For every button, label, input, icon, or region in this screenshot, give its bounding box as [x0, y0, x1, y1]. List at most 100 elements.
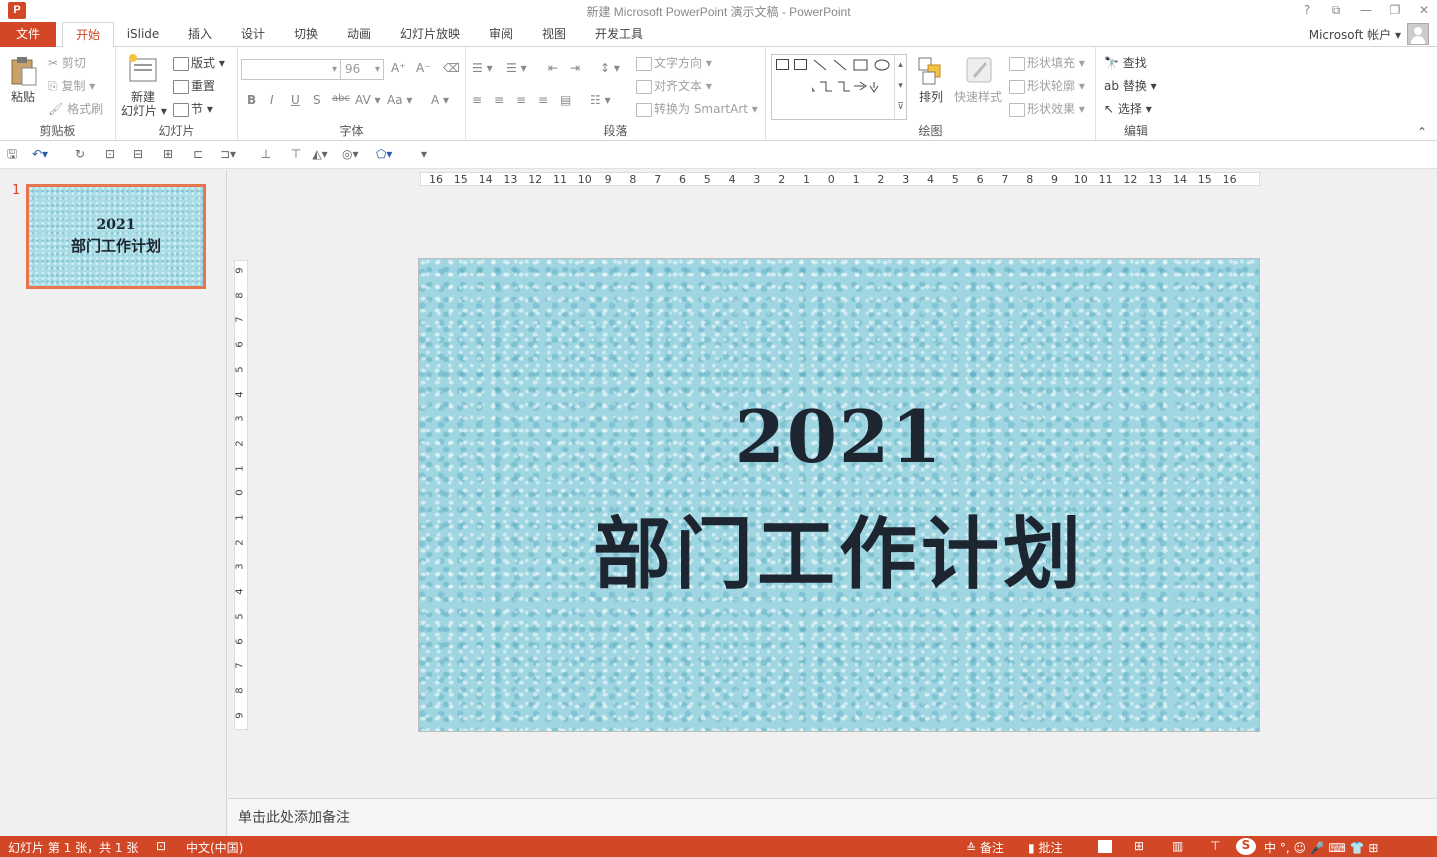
comments-toggle-button[interactable]: ▮ 批注: [1028, 839, 1062, 856]
vertical-textbox-shape-icon[interactable]: [794, 59, 807, 70]
new-slide-icon[interactable]: [128, 53, 158, 85]
distributed-icon[interactable]: ▤: [560, 93, 571, 107]
merge-shapes-icon[interactable]: ◎▾: [342, 147, 359, 162]
layer-icon[interactable]: ⊐▾: [220, 147, 236, 162]
shapes-scroll-icon[interactable]: ▴ ▾ ⊽: [894, 55, 906, 119]
format-painter-button[interactable]: 🖌 格式刷: [48, 100, 103, 117]
avatar[interactable]: [1407, 23, 1429, 45]
normal-view-icon[interactable]: [1098, 840, 1112, 853]
slide-thumbnail[interactable]: 2021 部门工作计划: [26, 184, 206, 289]
font-color-button[interactable]: A ▾: [431, 93, 449, 107]
bold-button[interactable]: B: [247, 93, 256, 107]
font-size-combo[interactable]: 96: [340, 59, 384, 80]
shape-lines-icon[interactable]: [812, 58, 902, 118]
clear-formatting-icon[interactable]: ⌫: [443, 61, 460, 75]
layout-button[interactable]: 版式 ▾: [173, 54, 225, 71]
decrease-indent-icon[interactable]: ⇤: [548, 61, 558, 75]
align-objects-icon[interactable]: ⊟: [130, 147, 146, 162]
shape-outline-qat-icon[interactable]: ⬠▾: [376, 147, 392, 162]
shape-outline-button[interactable]: 形状轮廓 ▾: [1009, 77, 1085, 94]
sogou-ime-icon[interactable]: S: [1236, 838, 1256, 855]
align-center-icon[interactable]: ≡: [494, 93, 504, 107]
copy-button[interactable]: ⎘ 复制 ▾: [48, 77, 95, 94]
convert-smartart-button[interactable]: 转换为 SmartArt ▾: [636, 100, 758, 117]
shrink-font-button[interactable]: A⁻: [416, 61, 431, 75]
justify-icon[interactable]: ≡: [538, 93, 548, 107]
shape-effects-button[interactable]: 形状效果 ▾: [1009, 100, 1085, 117]
reading-view-icon[interactable]: ▥: [1172, 839, 1183, 853]
change-case-button[interactable]: Aa ▾: [387, 93, 412, 107]
restore-button[interactable]: ❐: [1384, 1, 1406, 19]
new-slide-dropdown[interactable]: 幻灯片 ▾: [121, 102, 167, 119]
tab-islide[interactable]: iSlide: [120, 22, 166, 47]
language-status[interactable]: 中文(中国): [186, 839, 243, 856]
arrange-icon[interactable]: [916, 55, 946, 87]
strikethrough-button[interactable]: abc: [332, 93, 350, 104]
font-name-combo[interactable]: [241, 59, 341, 80]
minimize-button[interactable]: —: [1355, 1, 1377, 19]
textbox-shape-icon[interactable]: [776, 59, 789, 70]
line-spacing-icon[interactable]: ↕ ▾: [600, 61, 620, 75]
undo-icon[interactable]: ↶▾: [32, 147, 48, 162]
find-button[interactable]: 🔭 查找: [1104, 54, 1147, 71]
tab-design[interactable]: 设计: [231, 22, 275, 47]
slide-year-text[interactable]: 2021: [419, 394, 1259, 479]
increase-indent-icon[interactable]: ⇥: [570, 61, 580, 75]
notes-toggle-button[interactable]: ≙ 备注: [966, 839, 1004, 856]
ime-toolbar[interactable]: 中 °, ☺ 🎤 ⌨ 👕 ⊞: [1264, 839, 1378, 856]
tab-slideshow[interactable]: 幻灯片放映: [392, 22, 468, 47]
start-slideshow-icon[interactable]: ⊡: [102, 147, 118, 162]
align-left-qat-icon[interactable]: ⊏: [190, 147, 206, 162]
bullets-icon[interactable]: ☰ ▾: [472, 61, 493, 75]
tab-transitions[interactable]: 切换: [284, 22, 328, 47]
rotate-icon[interactable]: ◭▾: [312, 147, 328, 162]
tab-file[interactable]: 文件: [0, 22, 56, 47]
arrange-button[interactable]: 排列: [919, 88, 943, 105]
numbering-icon[interactable]: ☰ ▾: [506, 61, 527, 75]
align-text-button[interactable]: 对齐文本 ▾: [636, 77, 712, 94]
paste-icon[interactable]: [9, 55, 39, 87]
notes-placeholder[interactable]: 单击此处添加备注: [238, 807, 350, 827]
italic-button[interactable]: I: [270, 93, 274, 107]
character-spacing-button[interactable]: AV ▾: [355, 93, 381, 107]
underline-button[interactable]: U: [291, 93, 300, 107]
align-left-icon[interactable]: ≡: [472, 93, 482, 107]
tab-developer[interactable]: 开发工具: [587, 22, 651, 47]
shape-fill-button[interactable]: 形状填充 ▾: [1009, 54, 1085, 71]
grow-font-button[interactable]: A⁺: [391, 61, 406, 75]
paste-button[interactable]: 粘贴: [11, 88, 35, 105]
tab-home[interactable]: 开始: [62, 22, 114, 48]
align-center-qat-icon[interactable]: ⊞: [160, 147, 176, 162]
text-shadow-button[interactable]: S: [313, 93, 321, 107]
cut-button[interactable]: ✂ 剪切: [48, 54, 86, 71]
tab-review[interactable]: 审阅: [479, 22, 523, 47]
distribute-icon[interactable]: ⊥: [258, 147, 274, 162]
spellcheck-icon[interactable]: ⊡: [156, 839, 166, 853]
reset-button[interactable]: 重置: [173, 77, 215, 94]
collapse-ribbon-icon[interactable]: ⌃: [1417, 125, 1427, 139]
redo-icon[interactable]: ↻: [72, 147, 88, 162]
select-button[interactable]: ↖ 选择 ▾: [1104, 100, 1152, 117]
slide-sorter-icon[interactable]: ⊞: [1134, 839, 1144, 853]
tab-view[interactable]: 视图: [532, 22, 576, 47]
slide-canvas[interactable]: 2021 部门工作计划: [418, 258, 1260, 732]
account-menu[interactable]: Microsoft 帐户 ▾: [1309, 26, 1401, 43]
ribbon-display-options-icon[interactable]: ⧉: [1325, 1, 1347, 19]
replace-button[interactable]: ab 替换 ▾: [1104, 77, 1157, 94]
customize-qat-icon[interactable]: ▾: [416, 147, 432, 162]
columns-icon[interactable]: ☷ ▾: [590, 93, 611, 107]
section-button[interactable]: 节 ▾: [173, 100, 213, 117]
align-right-icon[interactable]: ≡: [516, 93, 526, 107]
shapes-gallery[interactable]: ▴ ▾ ⊽: [771, 54, 907, 120]
tab-animations[interactable]: 动画: [337, 22, 381, 47]
quick-styles-button[interactable]: 快速样式: [954, 88, 1002, 105]
group-icon[interactable]: ⊤: [288, 147, 304, 162]
save-icon[interactable]: 🖫: [4, 147, 20, 162]
tab-insert[interactable]: 插入: [178, 22, 222, 47]
close-button[interactable]: ✕: [1413, 1, 1435, 19]
notes-pane[interactable]: 单击此处添加备注: [228, 798, 1437, 836]
slideshow-view-icon[interactable]: ⊤: [1210, 839, 1220, 853]
help-icon[interactable]: ?: [1296, 1, 1318, 19]
text-direction-button[interactable]: 文字方向 ▾: [636, 54, 712, 71]
quick-styles-icon[interactable]: [964, 55, 994, 87]
